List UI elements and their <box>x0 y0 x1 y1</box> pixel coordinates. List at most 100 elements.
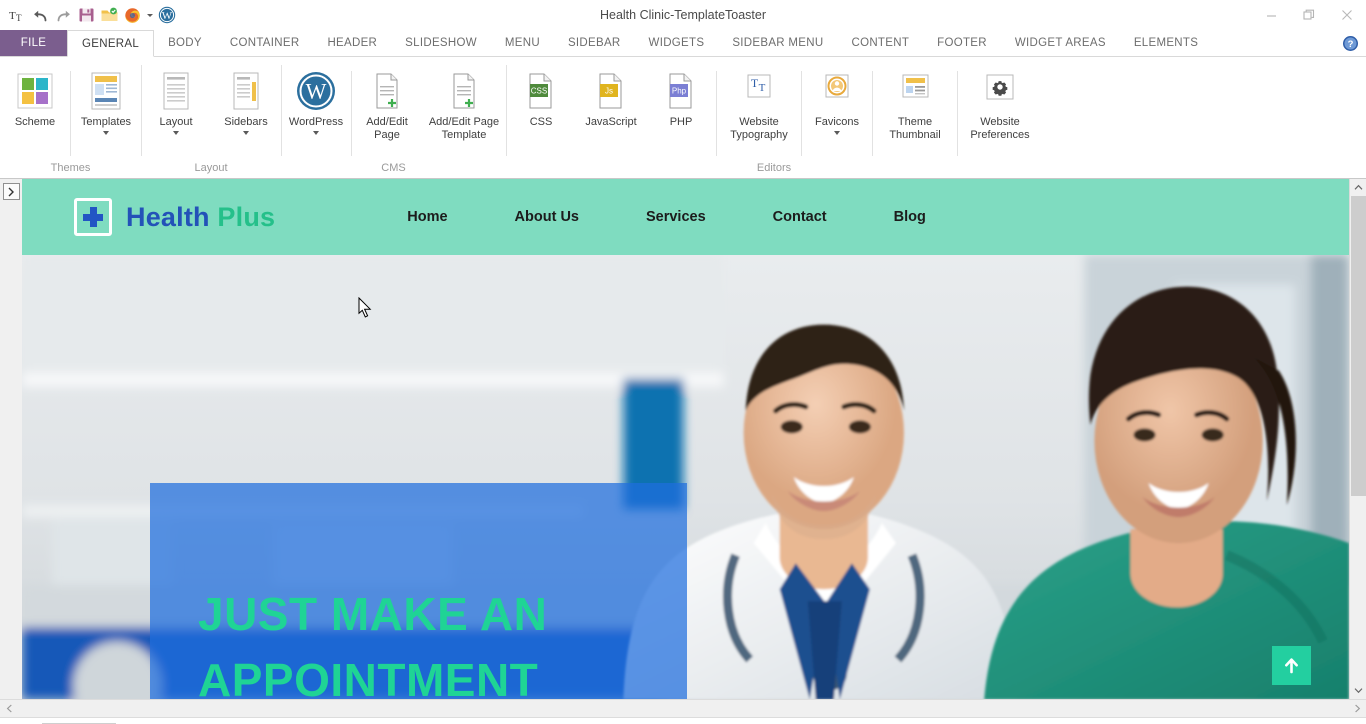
preview-horizontal-scrollbar[interactable] <box>0 699 1366 717</box>
nav-item-services[interactable]: Services <box>646 209 706 225</box>
add-edit-page-icon <box>370 69 404 113</box>
add-edit-page-template-button[interactable]: Add/Edit Page Template <box>422 63 506 142</box>
logo-secondary-text: Plus <box>217 201 276 232</box>
tab-sidebar-menu[interactable]: SIDEBAR MENU <box>718 30 837 56</box>
app-window: T T W Health Clinic-TemplateToaster FILE… <box>0 0 1366 724</box>
ribbon-group-editors: CSS CSS Js JavaScript Php PHP T T Websit… <box>506 57 1042 178</box>
minimize-icon[interactable] <box>1252 0 1290 30</box>
tab-elements[interactable]: ELEMENTS <box>1120 30 1212 56</box>
scroll-right-icon[interactable] <box>1348 700 1366 718</box>
undo-icon[interactable] <box>29 4 52 27</box>
wordpress-button[interactable]: W WordPress <box>281 63 351 135</box>
favicons-label: Favicons <box>814 116 860 128</box>
site-logo-text: Health Plus <box>126 202 275 233</box>
restore-icon[interactable] <box>1290 0 1328 30</box>
sidebars-dropdown-caret-icon[interactable] <box>243 131 249 135</box>
add-edit-page-button[interactable]: Add/Edit Page <box>352 63 422 142</box>
medical-cross-icon <box>74 198 112 236</box>
group-title-layout: Layout <box>194 162 228 174</box>
group-title-editors: Editors <box>756 162 792 174</box>
tab-body[interactable]: BODY <box>154 30 216 56</box>
scheme-label: Scheme <box>14 116 56 128</box>
device-preview-tabs: Desktop Tablet Mobile <box>0 717 1366 724</box>
templates-dropdown-caret-icon[interactable] <box>103 131 109 135</box>
window-controls <box>1252 0 1366 30</box>
svg-text:T: T <box>751 76 759 90</box>
tab-general[interactable]: GENERAL <box>67 30 155 57</box>
tab-footer[interactable]: FOOTER <box>923 30 1001 56</box>
hero-slideshow[interactable]: JUST MAKE AN APPOINTMENT <box>22 255 1349 699</box>
nav-item-home[interactable]: Home <box>407 209 447 225</box>
theme-thumbnail-button[interactable]: Theme Thumbnail <box>873 63 957 142</box>
css-button[interactable]: CSS CSS <box>506 63 576 129</box>
templates-button[interactable]: Templates <box>71 63 141 135</box>
sidebars-label: Sidebars <box>224 116 268 128</box>
scroll-left-icon[interactable] <box>0 700 18 718</box>
scheme-button[interactable]: Scheme <box>0 63 70 129</box>
scroll-down-icon[interactable] <box>1350 682 1366 699</box>
help-icon[interactable]: ? <box>1340 33 1360 53</box>
scroll-thumb[interactable] <box>1350 196 1366 496</box>
php-button[interactable]: Php PHP <box>646 63 716 129</box>
javascript-button[interactable]: Js JavaScript <box>576 63 646 129</box>
javascript-label: JavaScript <box>585 116 637 128</box>
preview-vertical-scrollbar[interactable] <box>1349 179 1366 699</box>
scroll-up-icon[interactable] <box>1350 179 1366 196</box>
redo-icon[interactable] <box>52 4 75 27</box>
tab-container[interactable]: CONTAINER <box>216 30 314 56</box>
tab-widgets[interactable]: WIDGETS <box>635 30 719 56</box>
favicons-dropdown-caret-icon[interactable] <box>834 131 840 135</box>
color-scheme-icon <box>16 69 54 113</box>
theme-thumbnail-icon <box>895 69 935 113</box>
site-header: Health Plus Home About Us Services Conta… <box>22 179 1349 255</box>
website-preferences-button[interactable]: Website Preferences <box>958 63 1042 142</box>
scroll-track[interactable] <box>1349 196 1366 682</box>
preview-stage: Health Plus Home About Us Services Conta… <box>0 179 1366 699</box>
tab-header[interactable]: HEADER <box>313 30 391 56</box>
firefox-dropdown-caret-icon[interactable] <box>144 4 155 27</box>
sidebars-icon <box>229 69 263 113</box>
firefox-preview-icon[interactable] <box>121 4 144 27</box>
php-file-icon: Php <box>664 69 698 113</box>
sidebars-button[interactable]: Sidebars <box>211 63 281 135</box>
ribbon-group-layout: Layout Sidebars Layout <box>141 57 281 178</box>
close-icon[interactable] <box>1328 0 1366 30</box>
svg-text:?: ? <box>1347 39 1353 50</box>
templates-icon <box>87 69 125 113</box>
website-typography-button[interactable]: T T Website Typography <box>717 63 801 142</box>
export-icon[interactable] <box>98 4 121 27</box>
save-icon[interactable] <box>75 4 98 27</box>
wordpress-dropdown-caret-icon[interactable] <box>313 131 319 135</box>
nav-item-blog[interactable]: Blog <box>894 209 926 225</box>
tab-widget-areas[interactable]: WIDGET AREAS <box>1001 30 1120 56</box>
tab-slideshow[interactable]: SLIDESHOW <box>391 30 491 56</box>
site-nav: Home About Us Services Contact Blog <box>407 209 926 225</box>
typography-icon[interactable]: T T <box>6 4 29 27</box>
website-typography-icon: T T <box>741 69 777 113</box>
h-scroll-track[interactable] <box>18 700 1348 718</box>
wordpress-icon[interactable]: W <box>155 4 178 27</box>
window-title: Health Clinic-TemplateToaster <box>599 8 767 22</box>
tab-sidebar[interactable]: SIDEBAR <box>554 30 635 56</box>
tab-content[interactable]: CONTENT <box>837 30 923 56</box>
svg-text:T: T <box>16 13 22 23</box>
favicons-button[interactable]: Favicons <box>802 63 872 135</box>
ribbon-group-themes: Scheme Templates Themes <box>0 57 141 178</box>
wordpress-label: WordPress <box>288 116 344 128</box>
title-bar: T T W Health Clinic-TemplateToaster <box>0 0 1366 30</box>
theme-thumbnail-label: Theme Thumbnail <box>889 116 941 141</box>
php-label: PHP <box>669 116 693 128</box>
tab-file[interactable]: FILE <box>0 30 67 56</box>
tab-menu[interactable]: MENU <box>491 30 554 56</box>
nav-item-contact[interactable]: Contact <box>773 209 827 225</box>
nav-item-about-us[interactable]: About Us <box>515 209 579 225</box>
expand-panel-icon[interactable] <box>2 183 20 200</box>
site-logo[interactable]: Health Plus <box>74 198 275 236</box>
scroll-to-top-icon[interactable] <box>1272 646 1311 685</box>
website-preferences-icon <box>981 69 1019 113</box>
website-typography-label: Website Typography <box>730 116 788 141</box>
layout-dropdown-caret-icon[interactable] <box>173 131 179 135</box>
css-label: CSS <box>529 116 553 128</box>
layout-button[interactable]: Layout <box>141 63 211 135</box>
website-preview-canvas[interactable]: Health Plus Home About Us Services Conta… <box>22 179 1349 699</box>
